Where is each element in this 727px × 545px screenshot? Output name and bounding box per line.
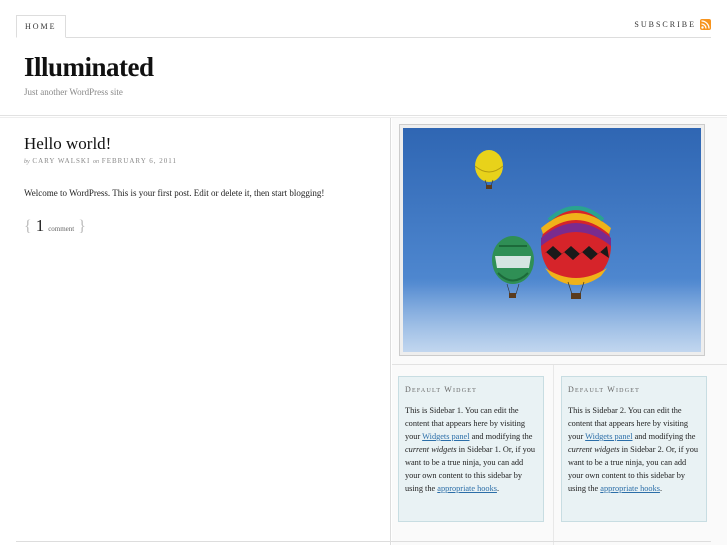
widget-title: Default Widget (568, 385, 640, 394)
appropriate-hooks-link[interactable]: appropriate hooks (437, 484, 497, 493)
site-description: Just another WordPress site (24, 87, 123, 97)
post-meta: by CARY WALSKI on FEBRUARY 6, 2011 (24, 157, 177, 165)
widgets-panel-link[interactable]: Widgets panel (422, 432, 469, 441)
subscribe-label: SUBSCRIBE (634, 20, 696, 29)
appropriate-hooks-link[interactable]: appropriate hooks (600, 484, 660, 493)
post-author-link[interactable]: CARY WALSKI (32, 157, 90, 165)
widget-text-part: and modifying the (632, 432, 696, 441)
widget-text-part: . (659, 484, 663, 493)
meta-by: by (24, 159, 30, 165)
footer-divider (16, 541, 711, 542)
widget-text: This is Sidebar 1. You can edit the cont… (405, 404, 537, 495)
balloon-photo-frame (399, 124, 705, 356)
top-nav: HOME SUBSCRIBE (16, 15, 711, 38)
widget-text: This is Sidebar 2. You can edit the cont… (568, 404, 700, 495)
main-content: Hello world! by CARY WALSKI on FEBRUARY … (0, 118, 391, 545)
site-title[interactable]: Illuminated (24, 52, 154, 83)
post-title[interactable]: Hello world! (24, 134, 111, 154)
widget-title: Default Widget (405, 385, 477, 394)
post-date-link[interactable]: FEBRUARY 6, 2011 (102, 157, 177, 165)
widget-text-emphasis: current widgets (568, 445, 620, 454)
brace-open: { (24, 218, 32, 235)
brace-close: } (78, 218, 86, 235)
comments-link[interactable]: { 1 comment } (24, 216, 86, 236)
widget-text-part: and modifying the (469, 432, 533, 441)
sidebar-2-widget: Default Widget This is Sidebar 2. You ca… (561, 376, 707, 522)
subscribe-link[interactable]: SUBSCRIBE (634, 19, 711, 30)
widget-text-part: . (496, 484, 500, 493)
sidebar: Default Widget This is Sidebar 1. You ca… (392, 118, 727, 545)
meta-on: on (93, 159, 100, 165)
comment-word: comment (48, 225, 75, 233)
sidebar-divider (392, 364, 727, 365)
nav-home-tab[interactable]: HOME (16, 15, 66, 38)
widget-text-emphasis: current widgets (405, 445, 457, 454)
hot-air-balloons-photo (403, 128, 701, 352)
sidebar-1-widget: Default Widget This is Sidebar 1. You ca… (398, 376, 544, 522)
rss-icon (700, 19, 711, 30)
comment-count: 1 (35, 216, 45, 235)
sidebar-column-divider (553, 365, 554, 545)
widgets-panel-link[interactable]: Widgets panel (585, 432, 632, 441)
post-body: Welcome to WordPress. This is your first… (24, 188, 325, 198)
